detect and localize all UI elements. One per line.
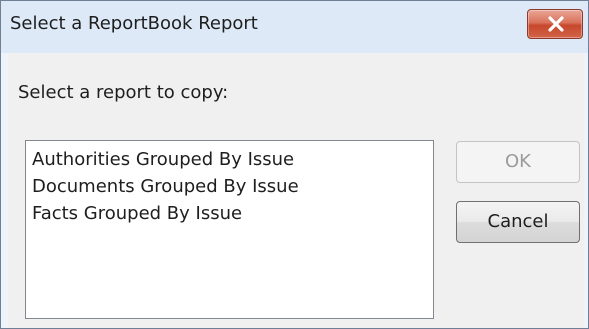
window-title: Select a ReportBook Report (10, 13, 258, 34)
report-listbox[interactable]: Authorities Grouped By Issue Documents G… (25, 140, 434, 319)
list-item-authorities[interactable]: Authorities Grouped By Issue (32, 146, 433, 173)
title-bar[interactable]: Select a ReportBook Report (1, 1, 588, 53)
dialog-body: Select a report to copy: Authorities Gro… (8, 53, 584, 328)
cancel-button[interactable]: Cancel (456, 201, 580, 243)
close-button[interactable] (527, 9, 583, 39)
list-item-documents[interactable]: Documents Grouped By Issue (32, 173, 433, 200)
close-icon (548, 16, 564, 32)
dialog-window: Select a ReportBook Report Select a repo… (0, 0, 589, 329)
ok-button[interactable]: OK (456, 141, 580, 183)
prompt-label: Select a report to copy: (18, 82, 229, 103)
list-item-facts[interactable]: Facts Grouped By Issue (32, 200, 433, 227)
